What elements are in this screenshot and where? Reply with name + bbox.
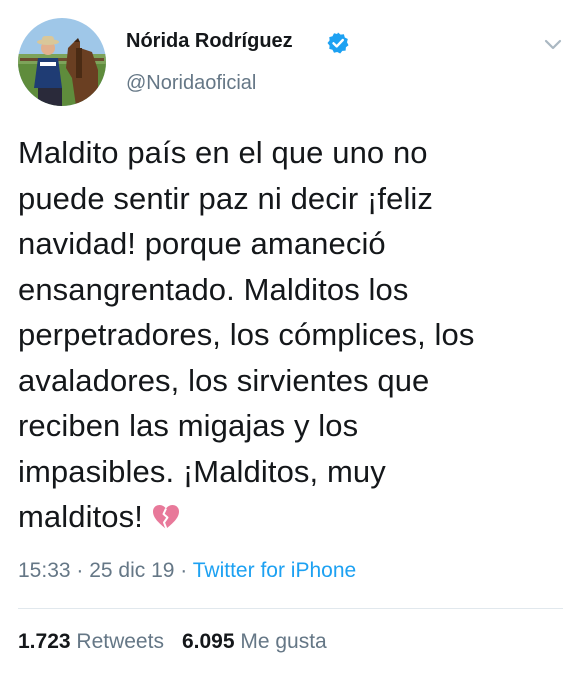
- tweet-text-line: puede sentir paz ni decir ¡feliz: [18, 180, 434, 216]
- tweet-text-line: perpetradores, los cómplices, los: [18, 317, 475, 352]
- tweet-date[interactable]: 25 dic 19: [89, 559, 174, 582]
- tweet-text-line: impasibles. ¡Malditos, muy: [18, 453, 386, 489]
- tweet-card: Nórida Rodríguez @Noridaoficial Maldito …: [0, 0, 583, 680]
- tweet-text-line: avaladores, los sirvientes que: [18, 362, 430, 398]
- tweet-text-line: malditos!: [18, 499, 143, 534]
- tweet-text-last-line: malditos!: [18, 494, 563, 540]
- avatar-image: [18, 18, 106, 106]
- tweet-time[interactable]: 15:33: [18, 559, 71, 582]
- likes-stat[interactable]: 6.095 Me gusta: [182, 630, 327, 653]
- tweet-text-line: Maldito país en el que uno no: [18, 135, 428, 170]
- retweets-label: Retweets: [76, 630, 164, 653]
- meta-separator: ·: [70, 559, 90, 582]
- likes-label: Me gusta: [240, 630, 327, 653]
- display-name[interactable]: Nórida Rodríguez: [126, 30, 293, 53]
- tweet-text: Maldito país en el que uno no puede sent…: [18, 130, 563, 540]
- tweet-source-link[interactable]: Twitter for iPhone: [193, 559, 356, 582]
- tweet-stats: 1.723 Retweets 6.095 Me gusta: [18, 630, 327, 654]
- verified-badge-icon: [327, 32, 349, 54]
- retweets-count: 1.723: [18, 630, 71, 653]
- tweet-text-line: reciben las migajas y los: [18, 408, 359, 443]
- tweet-meta: 15:33 · 25 dic 19 · Twitter for iPhone: [18, 559, 356, 583]
- user-handle[interactable]: @Noridaoficial: [126, 72, 256, 95]
- tweet-text-line: navidad! porque amaneció: [18, 226, 386, 261]
- likes-count: 6.095: [181, 630, 235, 653]
- chevron-down-icon[interactable]: [541, 32, 565, 56]
- tweet-text-line: ensangrentado. Malditos los: [18, 271, 409, 307]
- meta-separator: ·: [174, 559, 193, 582]
- retweets-stat[interactable]: 1.723 Retweets: [18, 630, 164, 653]
- divider: [18, 608, 563, 609]
- broken-heart-icon: [152, 505, 179, 530]
- avatar[interactable]: [18, 18, 106, 106]
